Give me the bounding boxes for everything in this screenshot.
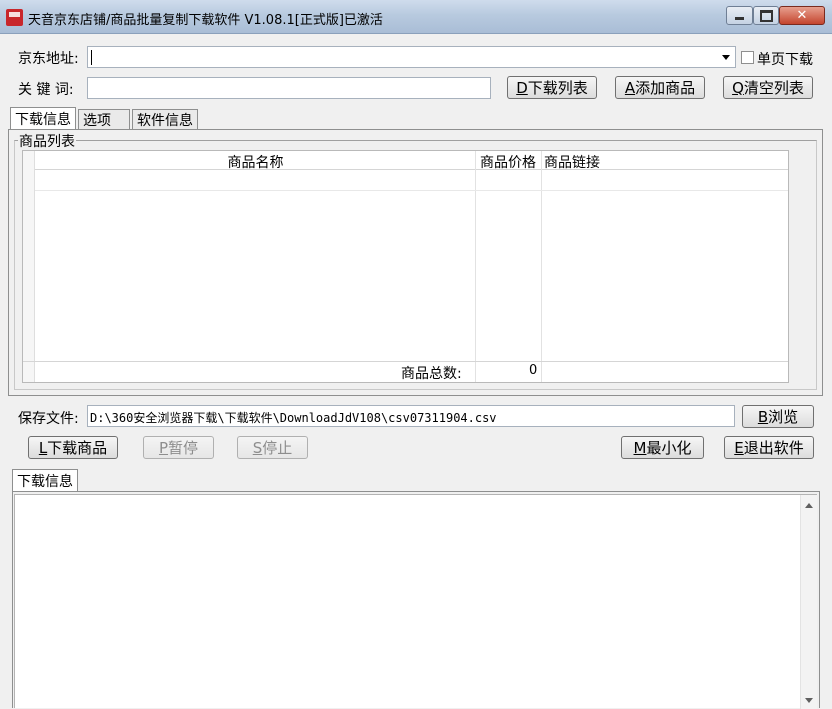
minimize-app-hotkey: M <box>633 438 647 457</box>
title-bar[interactable]: 天音京东店铺/商品批量复制下载软件 V1.08.1[正式版]已激活 ✕ <box>0 0 832 34</box>
browse-button[interactable]: B 浏览 <box>742 405 814 428</box>
scroll-down-icon[interactable] <box>805 698 813 703</box>
exit-label: 退出软件 <box>743 439 804 457</box>
window-title: 天音京东店铺/商品批量复制下载软件 V1.08.1[正式版]已激活 <box>28 13 383 28</box>
download-list-label: 下载列表 <box>527 79 588 97</box>
close-window-button[interactable]: ✕ <box>779 6 825 25</box>
exit-hotkey: E <box>734 438 744 457</box>
minimize-icon <box>735 17 744 20</box>
total-count-value: 0 <box>529 363 538 378</box>
save-file-label: 保存文件: <box>18 411 79 427</box>
maximize-window-button[interactable] <box>753 6 779 25</box>
scroll-up-icon[interactable] <box>805 503 813 508</box>
app-icon <box>6 9 23 26</box>
maximize-icon <box>759 9 773 22</box>
row-divider <box>35 190 788 191</box>
address-label: 京东地址: <box>18 51 79 67</box>
pause-label: 暂停 <box>168 439 199 457</box>
save-path-value: D:\360安全浏览器下载\下载软件\DownloadJdV108\csv073… <box>90 411 497 425</box>
single-page-label: 单页下载 <box>757 52 813 68</box>
clear-list-hotkey: Q <box>732 78 744 97</box>
column-divider <box>475 151 476 382</box>
stop-button[interactable]: S 停止 <box>237 436 308 459</box>
keyword-input[interactable] <box>87 77 491 99</box>
footer-divider <box>23 361 788 362</box>
keyword-label: 关 键 词: <box>18 82 74 98</box>
pause-button[interactable]: P 暂停 <box>143 436 214 459</box>
download-goods-hotkey: L <box>38 438 48 457</box>
minimize-window-button[interactable] <box>726 6 753 25</box>
minimize-app-button[interactable]: M 最小化 <box>621 436 704 459</box>
add-goods-label: 添加商品 <box>635 79 696 97</box>
stop-hotkey: S <box>252 438 263 457</box>
goods-table[interactable]: 商品名称 商品价格 商品链接 商品总数: 0 <box>22 150 789 383</box>
minimize-app-label: 最小化 <box>646 439 692 457</box>
download-goods-button[interactable]: L 下载商品 <box>28 436 118 459</box>
clear-list-button[interactable]: Q 清空列表 <box>723 76 813 99</box>
exit-button[interactable]: E 退出软件 <box>724 436 814 459</box>
browse-hotkey: B <box>757 407 769 426</box>
tab-software-info[interactable]: 软件信息 <box>132 109 198 130</box>
add-goods-hotkey: A <box>624 78 636 97</box>
address-combobox[interactable] <box>87 46 736 68</box>
download-list-hotkey: D <box>516 78 528 97</box>
goods-list-group-label: 商品列表 <box>18 131 76 151</box>
download-list-button[interactable]: D 下载列表 <box>507 76 597 99</box>
text-caret <box>91 50 92 65</box>
save-path-input[interactable]: D:\360安全浏览器下载\下载软件\DownloadJdV108\csv073… <box>87 405 735 427</box>
log-scrollbar[interactable] <box>800 495 817 709</box>
stop-label: 停止 <box>262 439 293 457</box>
pause-hotkey: P <box>158 438 169 457</box>
column-divider <box>541 151 542 382</box>
chevron-down-icon[interactable] <box>722 55 730 60</box>
clear-list-label: 清空列表 <box>743 79 804 97</box>
total-count-label: 商品总数: <box>401 366 462 382</box>
add-goods-button[interactable]: A 添加商品 <box>615 76 705 99</box>
column-header-link[interactable]: 商品链接 <box>544 152 600 172</box>
tab-log-download-info[interactable]: 下载信息 <box>12 469 78 492</box>
log-textarea[interactable] <box>14 494 817 709</box>
tab-options[interactable]: 选项 <box>78 109 130 130</box>
row-indicator-column <box>23 151 35 382</box>
browse-label: 浏览 <box>768 408 799 426</box>
close-icon: ✕ <box>796 8 808 23</box>
column-header-name[interactable]: 商品名称 <box>35 152 476 172</box>
column-header-price[interactable]: 商品价格 <box>480 152 536 172</box>
download-goods-label: 下载商品 <box>47 439 108 457</box>
single-page-checkbox[interactable] <box>741 51 754 64</box>
tab-download-info[interactable]: 下载信息 <box>10 107 76 130</box>
